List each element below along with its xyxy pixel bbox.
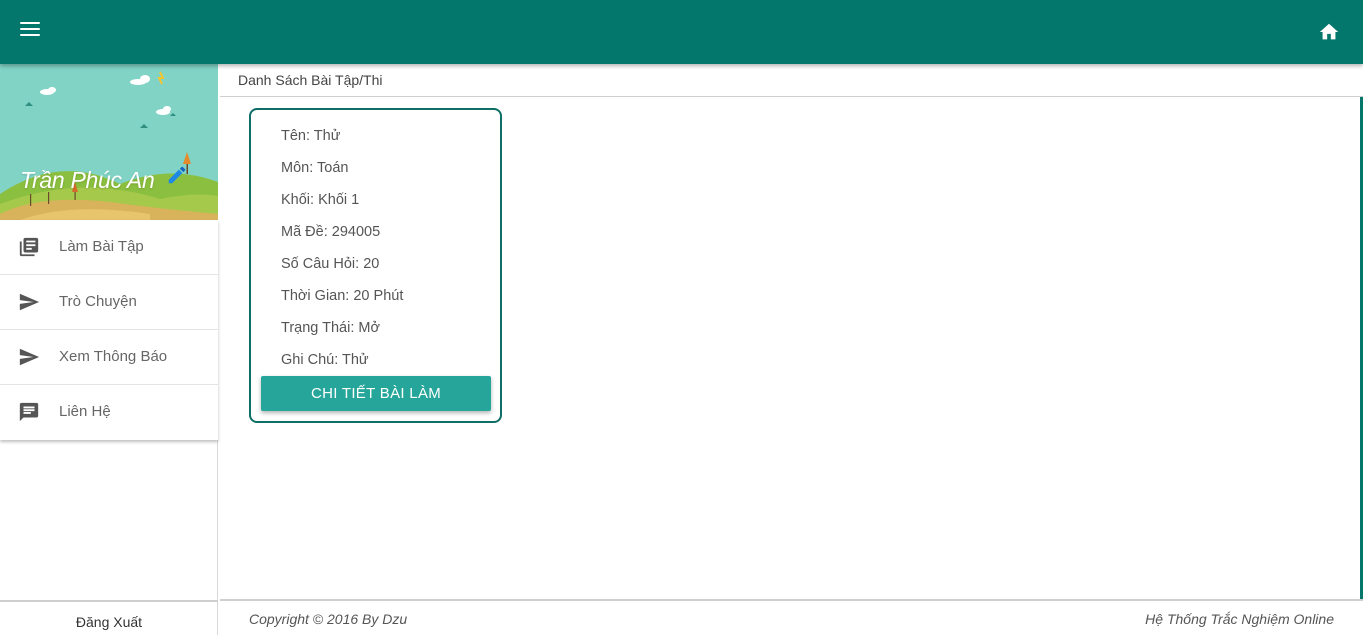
library-books-icon xyxy=(19,237,39,257)
sidebar-item-label: Liên Hệ xyxy=(59,403,111,420)
sidebar-nav: Làm Bài Tập Trò Chuyện Xem Thông Báo Liê… xyxy=(0,220,218,440)
footer: Copyright © 2016 By Dzu Hệ Thống Trắc Ng… xyxy=(220,599,1363,635)
top-app-bar xyxy=(0,0,1363,64)
exam-grade: Khối: Khối 1 xyxy=(281,192,360,208)
sidebar-item-lam-bai-tap[interactable]: Làm Bài Tập xyxy=(0,220,218,275)
exam-question-count: Số Câu Hỏi: 20 xyxy=(281,256,380,272)
exam-code: Mã Đề: 294005 xyxy=(281,224,381,240)
exam-card: Tên: Thử Môn: Toán Khối: Khối 1 Mã Đề: 2… xyxy=(249,108,502,423)
sidebar-item-lien-he[interactable]: Liên Hệ xyxy=(0,385,218,440)
sidebar-item-label: Xem Thông Báo xyxy=(59,348,168,365)
copyright-text: Copyright © 2016 By Dzu xyxy=(249,611,408,627)
send-icon xyxy=(19,348,40,366)
pencil-icon[interactable] xyxy=(166,164,188,186)
logout-button[interactable]: Đăng Xuất xyxy=(0,600,218,635)
sidebar: Trần Phúc An Làm Bài Tập Trò Chuyện Xem … xyxy=(0,64,218,635)
home-icon[interactable] xyxy=(1318,21,1340,43)
system-name-text: Hệ Thống Trắc Nghiệm Online xyxy=(1145,611,1334,627)
hamburger-menu-icon[interactable] xyxy=(20,22,40,42)
profile-banner: Trần Phúc An xyxy=(0,64,218,220)
main-content: Tên: Thử Môn: Toán Khối: Khối 1 Mã Đề: 2… xyxy=(220,97,1363,599)
exam-detail-button[interactable]: CHI TIẾT BÀI LÀM xyxy=(261,376,491,411)
exam-status: Trạng Thái: Mở xyxy=(281,320,380,336)
page-title: Danh Sách Bài Tập/Thi xyxy=(238,72,383,88)
chat-icon xyxy=(19,402,39,422)
send-icon xyxy=(19,293,40,311)
exam-name: Tên: Thử xyxy=(281,128,341,144)
exam-subject: Môn: Toán xyxy=(281,160,349,176)
exam-note: Ghi Chú: Thử xyxy=(281,352,369,368)
landscape-background-image xyxy=(0,64,218,220)
sidebar-item-tro-chuyen[interactable]: Trò Chuyện xyxy=(0,275,218,330)
sidebar-item-label: Trò Chuyện xyxy=(59,293,137,310)
exam-duration: Thời Gian: 20 Phút xyxy=(281,288,404,304)
sidebar-item-label: Làm Bài Tập xyxy=(59,238,144,255)
sidebar-item-xem-thong-bao[interactable]: Xem Thông Báo xyxy=(0,330,218,385)
profile-name: Trần Phúc An xyxy=(20,167,155,193)
breadcrumb: Danh Sách Bài Tập/Thi xyxy=(220,64,1363,97)
